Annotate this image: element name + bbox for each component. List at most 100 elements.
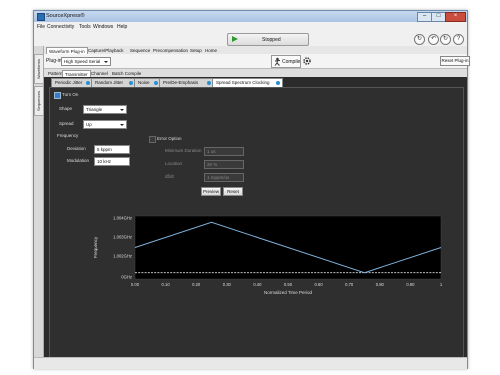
menu-tools[interactable]: Tools (79, 24, 91, 30)
compile-icon (274, 57, 281, 66)
y-axis-label: Frequency (93, 236, 98, 258)
deviation-field[interactable]: 5 kppm (94, 145, 130, 154)
x-tick-label: 0.30 (223, 282, 232, 287)
compile-button[interactable]: Compile (271, 55, 301, 68)
turn-on-checkbox[interactable] (54, 92, 61, 99)
error-option-checkbox[interactable] (149, 136, 156, 143)
tab-home[interactable]: Home (203, 47, 219, 54)
modulation-field[interactable]: 10 kHz (94, 157, 130, 166)
location-label: Location (165, 161, 183, 166)
x-tick-label: 0.70 (345, 282, 354, 287)
reset-button[interactable]: Reset (223, 187, 243, 196)
chevron-down-icon (120, 124, 124, 126)
tab-sequence[interactable]: Sequence (128, 47, 152, 54)
side-tab-label: Sequences (36, 91, 41, 112)
status-dot-icon (86, 81, 90, 85)
plugin-select-value: High Speed Serial (64, 59, 101, 64)
tab-setup[interactable]: Setup (188, 47, 204, 54)
reset-plugin-button[interactable]: Reset Plug-in (440, 56, 470, 66)
y-tick-label: 1.002GHz (113, 254, 132, 259)
ribbon-tabs: Waveform Plug-in Capture/Playback Sequen… (44, 46, 467, 55)
chevron-down-icon (104, 61, 108, 63)
tab-label: Random Jitter (95, 80, 124, 85)
sub-tabs: Pattern Transmitter Channel Batch Compil… (44, 69, 467, 78)
y-tick-label: 1.004GHz (113, 216, 132, 221)
gear-icon[interactable] (302, 56, 312, 66)
status-dot-icon (207, 81, 211, 85)
min-duration-field[interactable]: 1 us (204, 147, 244, 156)
tab-label: Noise (138, 80, 150, 85)
menu-windows[interactable]: Windows (93, 24, 113, 30)
window-title: SourceXpress® (46, 13, 85, 19)
status-dot-icon (154, 81, 158, 85)
spread-label: Spread (59, 121, 74, 126)
dfdt-label: df/dt (165, 174, 174, 179)
help-icon[interactable]: ? (453, 34, 464, 45)
status-dot-icon (129, 81, 133, 85)
shape-label: Shape (59, 106, 73, 111)
x-tick-label: 0.60 (315, 282, 324, 287)
tab-channel[interactable]: Channel (89, 70, 110, 77)
menu-connectivity[interactable]: Connectivity (47, 24, 74, 30)
x-tick-label: 0.50 (284, 282, 293, 287)
preview-button[interactable]: Preview (201, 187, 221, 196)
ssc-chart: 1.004GHz 1.003GHz 1.002GHz 0GHz 0.00 0.10 0.20… (83, 214, 445, 310)
menu-bar: File Connectivity Tools Windows Help (34, 22, 467, 31)
x-tick-label: 1 (440, 282, 443, 287)
x-tick-label: 0.80 (376, 282, 385, 287)
status-dot-icon (276, 81, 280, 85)
x-axis-label: Normalized Time Period (264, 290, 313, 295)
compile-label: Compile (282, 59, 301, 65)
run-stop-button[interactable]: Stopped (227, 33, 309, 46)
tab-label: Spread Spectrum Clocking (216, 80, 270, 85)
x-tick-label: 0.90 (406, 282, 415, 287)
minimize-icon[interactable]: – (417, 12, 432, 22)
close-icon[interactable]: × (445, 12, 466, 22)
error-option-label: Error Option (157, 136, 182, 141)
tab-label: Pre/De-Emphasis (163, 80, 199, 85)
refresh-icon[interactable]: ↻ (440, 34, 451, 45)
main-window: SourceXpress® – □ × File Connectivity To… (33, 10, 470, 369)
side-tab-label: Waveforms (36, 59, 41, 80)
shape-select[interactable]: Triangle (83, 105, 127, 114)
x-tick-label: 0.00 (131, 282, 140, 287)
spread-select-value: Up (86, 122, 92, 127)
toolbar: Stopped ↻ ↶ ↻ ? (34, 31, 467, 47)
deviation-label: Deviation (67, 146, 86, 151)
x-tick-label: 0.10 (162, 282, 171, 287)
run-state-label: Stopped (262, 37, 281, 43)
maximize-icon[interactable]: □ (431, 12, 446, 22)
dfdt-field[interactable]: 1 mppm/us (204, 173, 244, 182)
ssc-panel: Turn On Shape Triangle Spread Up Frequen… (49, 87, 464, 364)
undo-icon[interactable]: ↶ (428, 34, 439, 45)
status-bar (34, 357, 467, 369)
reset-icon[interactable]: ↻ (414, 34, 425, 45)
transmitter-content: Periodic Jitter Random Jitter Noise Pre/… (46, 77, 464, 364)
impairment-tabs: Periodic Jitter Random Jitter Noise Pre/… (49, 77, 464, 88)
tab-precompensation[interactable]: Precompensation (151, 47, 190, 54)
shape-select-value: Triangle (86, 107, 103, 112)
plugin-label: Plug-in (46, 58, 62, 64)
side-tab-sequences[interactable]: Sequences (34, 86, 44, 116)
turn-on-label: Turn On (62, 92, 79, 97)
y-tick-label: 1.003GHz (113, 235, 132, 240)
play-icon (232, 36, 238, 42)
tab-capture-playback[interactable]: Capture/Playback (86, 47, 126, 54)
title-bar: SourceXpress® – □ × (34, 11, 467, 22)
menu-help[interactable]: Help (117, 24, 127, 30)
side-panel: Waveforms Sequences (34, 46, 44, 362)
plugin-select[interactable]: High Speed Serial (61, 57, 111, 66)
x-tick-label: 0.20 (192, 282, 201, 287)
modulation-label: Modulation (67, 158, 90, 163)
chevron-down-icon (120, 109, 124, 111)
menu-file[interactable]: File (37, 24, 45, 30)
spread-select[interactable]: Up (83, 120, 127, 129)
y-tick-label: 0GHz (121, 275, 132, 280)
tab-batch-compile[interactable]: Batch Compile (110, 70, 143, 77)
location-field[interactable]: 20 % (204, 160, 244, 169)
x-tick-label: 0.40 (253, 282, 262, 287)
ribbon: Plug-in High Speed Serial Compile Reset … (44, 54, 470, 69)
side-tab-waveforms[interactable]: Waveforms (34, 54, 44, 84)
frequency-group-label: Frequency (57, 133, 79, 138)
app-icon (37, 13, 45, 21)
